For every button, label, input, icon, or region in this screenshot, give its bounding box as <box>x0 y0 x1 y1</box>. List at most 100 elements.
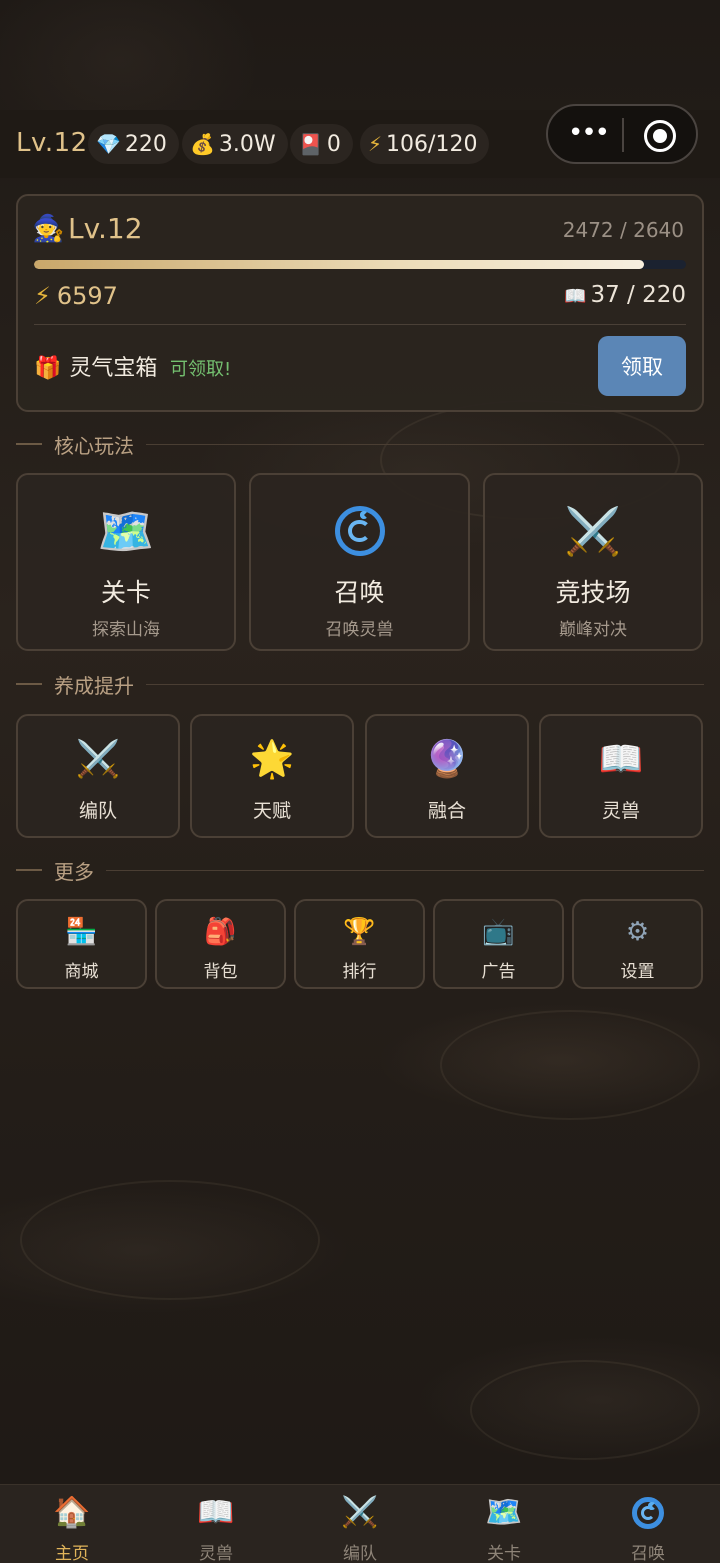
tile-label: 编队 <box>78 800 117 822</box>
nav-stages[interactable]: 🗺️ 关卡 <box>432 1485 576 1563</box>
world-map-icon: 🗺️ <box>97 504 155 558</box>
player-level: Lv.12 <box>16 128 88 158</box>
ticket-counter[interactable]: 🎴 0 <box>290 124 353 164</box>
tile-fusion[interactable]: 🔮 融合 <box>365 714 529 838</box>
tile-arena[interactable]: ⚔️ 竞技场 巅峰对决 <box>483 473 703 651</box>
section-dash <box>16 869 42 871</box>
section-line <box>106 869 704 871</box>
exp-progress-bar <box>34 260 686 269</box>
tile-settings[interactable]: ⚙ 设置 <box>572 899 703 989</box>
tile-label: 广告 <box>481 962 516 982</box>
nav-summon[interactable]: 召唤 <box>576 1485 720 1563</box>
section-line <box>146 683 704 685</box>
stamina-value: 106/120 <box>386 131 478 157</box>
tile-backpack[interactable]: 🎒 背包 <box>155 899 286 989</box>
cloud-pattern <box>20 1180 320 1300</box>
tile-summon[interactable]: 召唤 召唤灵兽 <box>249 473 470 651</box>
tile-label: 商城 <box>64 962 99 982</box>
sparkle-star-icon: 🌟 <box>249 739 295 780</box>
cyclone-icon <box>576 1495 720 1538</box>
tile-stages[interactable]: 🗺️ 关卡 探索山海 <box>16 473 236 651</box>
gift-icon: 🎁 <box>34 356 62 381</box>
section-more-header: 更多 <box>16 858 704 884</box>
nav-label: 编队 <box>343 1544 377 1563</box>
tile-label: 排行 <box>342 962 377 982</box>
exp-progress-fill <box>34 260 645 269</box>
crossed-swords-icon: ⚔️ <box>341 1495 379 1530</box>
chest-row: 🎁 灵气宝箱 <box>34 350 157 382</box>
capsule-divider <box>622 118 624 152</box>
mini-program-capsule: ••• <box>546 104 698 164</box>
more-menu-button[interactable]: ••• <box>568 120 610 146</box>
nav-label: 召唤 <box>631 1544 665 1563</box>
lightning-icon: ⚡ <box>368 132 383 156</box>
open-book-icon: 📖 <box>564 286 587 307</box>
open-book-icon: 📖 <box>197 1495 235 1530</box>
section-growth-header: 养成提升 <box>16 672 704 698</box>
cyclone-inner-ring <box>640 1505 656 1521</box>
tile-label: 召唤 <box>334 578 385 607</box>
diamond-icon: 💎 <box>96 132 121 156</box>
tile-label: 天赋 <box>252 800 291 822</box>
section-line <box>146 443 704 445</box>
tile-sub: 探索山海 <box>92 620 160 640</box>
collection-value: 37 / 220 <box>590 282 686 308</box>
trophy-icon: 🏆 <box>343 917 376 947</box>
cloud-pattern <box>440 1010 700 1120</box>
diamond-counter[interactable]: 💎 220 <box>88 124 179 164</box>
money-bag-icon: 💰 <box>190 132 215 156</box>
diamond-value: 220 <box>124 131 167 157</box>
tile-ads[interactable]: 📺 广告 <box>433 899 564 989</box>
gear-icon: ⚙ <box>625 917 650 947</box>
gold-counter[interactable]: 💰 3.0W <box>182 124 288 164</box>
ticket-value: 0 <box>326 131 341 157</box>
tile-label: 融合 <box>427 800 466 822</box>
nav-beasts[interactable]: 📖 灵兽 <box>144 1485 288 1563</box>
tile-label: 背包 <box>203 962 238 982</box>
cyclone-icon <box>251 503 468 568</box>
chest-label: 灵气宝箱 <box>69 356 158 381</box>
tile-ranking[interactable]: 🏆 排行 <box>294 899 425 989</box>
gold-value: 3.0W <box>218 131 276 157</box>
lightning-icon: ⚡ <box>34 282 51 310</box>
close-program-button[interactable] <box>644 120 676 152</box>
section-growth-title: 养成提升 <box>54 673 134 698</box>
nav-label: 灵兽 <box>199 1544 233 1563</box>
chest-status: 可领取! <box>170 359 232 380</box>
nav-home[interactable]: 🏠 主页 <box>0 1485 144 1563</box>
nav-formation[interactable]: ⚔️ 编队 <box>288 1485 432 1563</box>
card-divider <box>34 324 686 325</box>
tile-sub: 巅峰对决 <box>559 620 627 640</box>
cyclone-inner-ring <box>348 519 371 543</box>
tile-beasts[interactable]: 📖 灵兽 <box>539 714 703 838</box>
backpack-icon: 🎒 <box>204 917 237 947</box>
cloud-pattern <box>470 1360 700 1460</box>
house-icon: 🏠 <box>53 1495 91 1530</box>
section-more-title: 更多 <box>54 859 94 884</box>
bottom-nav: 🏠 主页 📖 灵兽 ⚔️ 编队 🗺️ 关卡 召唤 <box>0 1484 720 1563</box>
tv-icon: 📺 <box>482 917 515 947</box>
world-map-icon: 🗺️ <box>485 1495 523 1530</box>
tile-store[interactable]: 🏪 商城 <box>16 899 147 989</box>
power-stat: ⚡ 6597 <box>34 282 118 310</box>
profile-card: 🧙 Lv.12 2472 / 2640 ⚡ 6597 📖 37 / 220 🎁 灵气宝… <box>16 194 704 412</box>
tile-formation[interactable]: ⚔️ 编队 <box>16 714 180 838</box>
section-dash <box>16 443 42 445</box>
tile-talent[interactable]: 🌟 天赋 <box>190 714 354 838</box>
section-dash <box>16 683 42 685</box>
profile-level: Lv.12 <box>68 212 143 245</box>
tile-label: 竞技场 <box>555 578 631 607</box>
tile-sub: 召唤灵兽 <box>325 620 394 640</box>
power-value: 6597 <box>56 282 118 310</box>
claim-button[interactable]: 领取 <box>598 336 686 396</box>
crystal-ball-icon: 🔮 <box>424 739 470 780</box>
nav-label: 主页 <box>55 1544 89 1563</box>
crossed-swords-icon: ⚔️ <box>75 739 121 780</box>
nav-label: 关卡 <box>487 1544 521 1563</box>
open-book-icon: 📖 <box>598 739 644 780</box>
ticket-icon: 🎴 <box>298 132 323 156</box>
tile-label: 设置 <box>620 962 655 982</box>
mage-icon: 🧙 <box>32 214 65 244</box>
crossed-swords-icon: ⚔️ <box>564 504 622 558</box>
stamina-counter[interactable]: ⚡ 106/120 <box>360 124 490 164</box>
